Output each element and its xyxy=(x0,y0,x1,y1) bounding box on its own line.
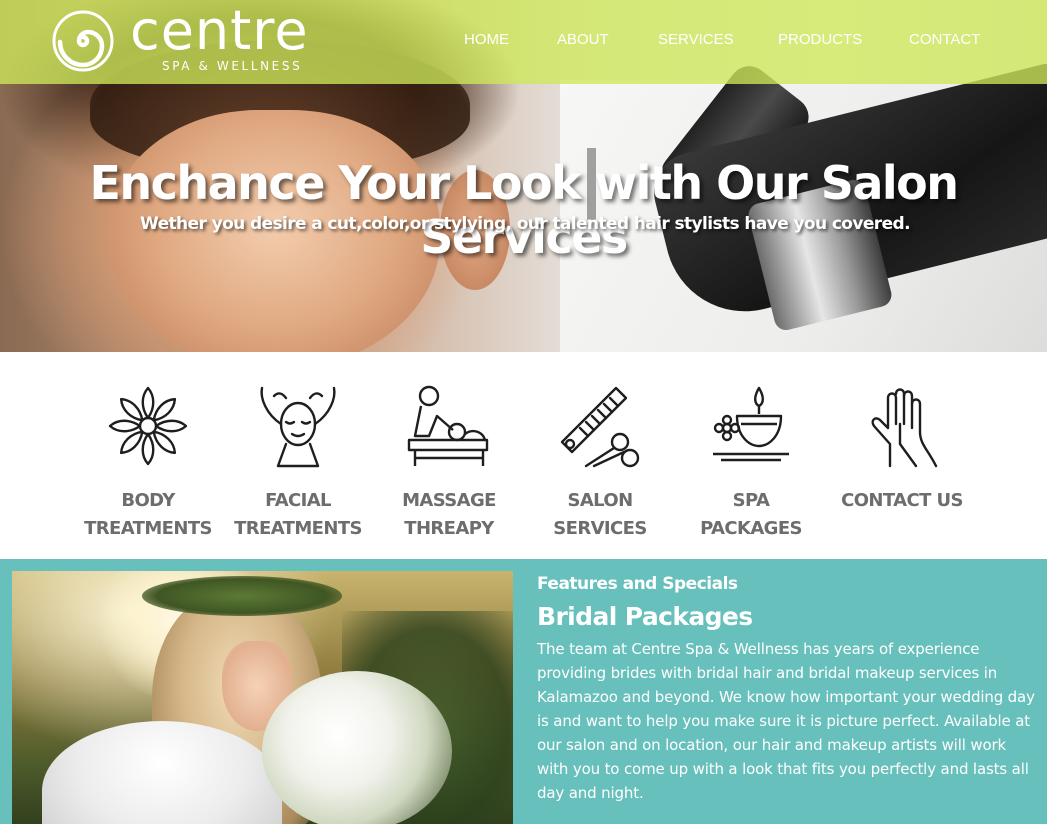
bride-photo-bouquet xyxy=(262,671,452,824)
hands-icon xyxy=(871,388,938,468)
feature-kicker: Features and Specials xyxy=(537,574,738,594)
service-label[interactable]: SALON SERVICES xyxy=(515,487,685,543)
nav-home[interactable]: HOME xyxy=(464,31,509,48)
logo-wordmark[interactable]: centre xyxy=(130,0,309,62)
nav-services[interactable]: SERVICES xyxy=(658,31,734,48)
bride-photo xyxy=(12,571,513,824)
candle-bowl-icon xyxy=(713,386,789,462)
features-section: Features and Specials Bridal Packages Th… xyxy=(0,559,1047,824)
facial-icon xyxy=(260,386,336,468)
nav-products[interactable]: PRODUCTS xyxy=(778,31,862,48)
service-label[interactable]: MASSAGE THREAPY xyxy=(364,487,534,543)
spiral-logo-icon[interactable] xyxy=(52,10,114,72)
service-label[interactable]: SPA PACKAGES xyxy=(666,487,836,543)
massage-icon xyxy=(407,385,489,466)
nav-about[interactable]: ABOUT xyxy=(557,31,609,48)
service-label[interactable]: FACIAL TREATMENTS xyxy=(213,487,383,543)
service-label[interactable]: CONTACT US xyxy=(817,487,987,515)
logo-tagline: SPA & WELLNESS xyxy=(162,59,303,73)
service-label[interactable]: BODY TREATMENTS xyxy=(63,487,233,543)
hero-title: Enchance Your Look with Our Salon Servic… xyxy=(89,156,959,264)
lotus-icon xyxy=(108,386,188,466)
services-row: BODY TREATMENTS FACIAL TREATMENTS MASSAGE T… xyxy=(0,352,1047,559)
site-header: centre SPA & WELLNESS HOME ABOUT SERVICE… xyxy=(0,0,1047,84)
feature-body: The team at Centre Spa & Wellness has ye… xyxy=(537,640,1035,802)
nav-contact[interactable]: CONTACT xyxy=(909,31,980,48)
bride-photo-flower-crown xyxy=(142,576,342,616)
comb-scissors-icon xyxy=(560,386,640,468)
hero-subtitle: Wether you desire a cut,color,or stylyin… xyxy=(140,214,911,234)
feature-title[interactable]: Bridal Packages xyxy=(537,602,753,631)
